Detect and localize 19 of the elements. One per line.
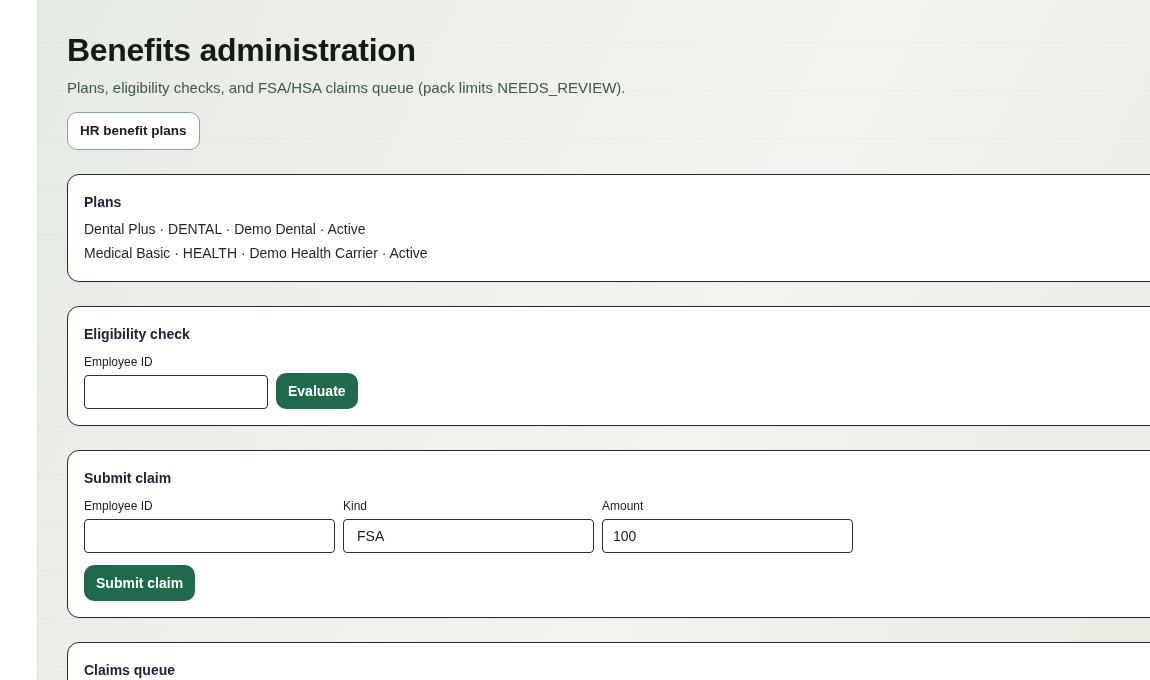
- text-field[interactable]: [84, 375, 268, 409]
- benefit-plans-button[interactable]: HR benefit plans: [67, 112, 200, 150]
- page-subtitle: Plans, eligibility checks, and FSA/HSA claims queue (pack limits NEEDS_REVIEW).: [67, 78, 627, 98]
- field-label: Kind: [343, 498, 369, 514]
- submit-claim-button[interactable]: Submit claim: [84, 565, 196, 601]
- field-label: Employee ID: [84, 498, 154, 514]
- evaluate-button[interactable]: Evaluate: [276, 373, 358, 409]
- card-title: Claims queue: [84, 661, 177, 680]
- plan-item: Dental Plus · DENTAL · Demo Dental · Active: [84, 220, 367, 239]
- select-field[interactable]: FSA: [343, 519, 594, 553]
- card-title: Plans: [84, 193, 123, 212]
- text-field[interactable]: 100: [602, 519, 853, 553]
- plan-item: Medical Basic · HEALTH · Demo Health Carrier · Active: [84, 244, 429, 263]
- field-label: Employee ID: [84, 354, 154, 370]
- card-title: Submit claim: [84, 469, 173, 488]
- card-title: Eligibility check: [84, 325, 191, 344]
- page-title: Benefits administration: [67, 31, 417, 69]
- text-field[interactable]: [84, 519, 335, 553]
- field-label: Amount: [602, 498, 645, 514]
